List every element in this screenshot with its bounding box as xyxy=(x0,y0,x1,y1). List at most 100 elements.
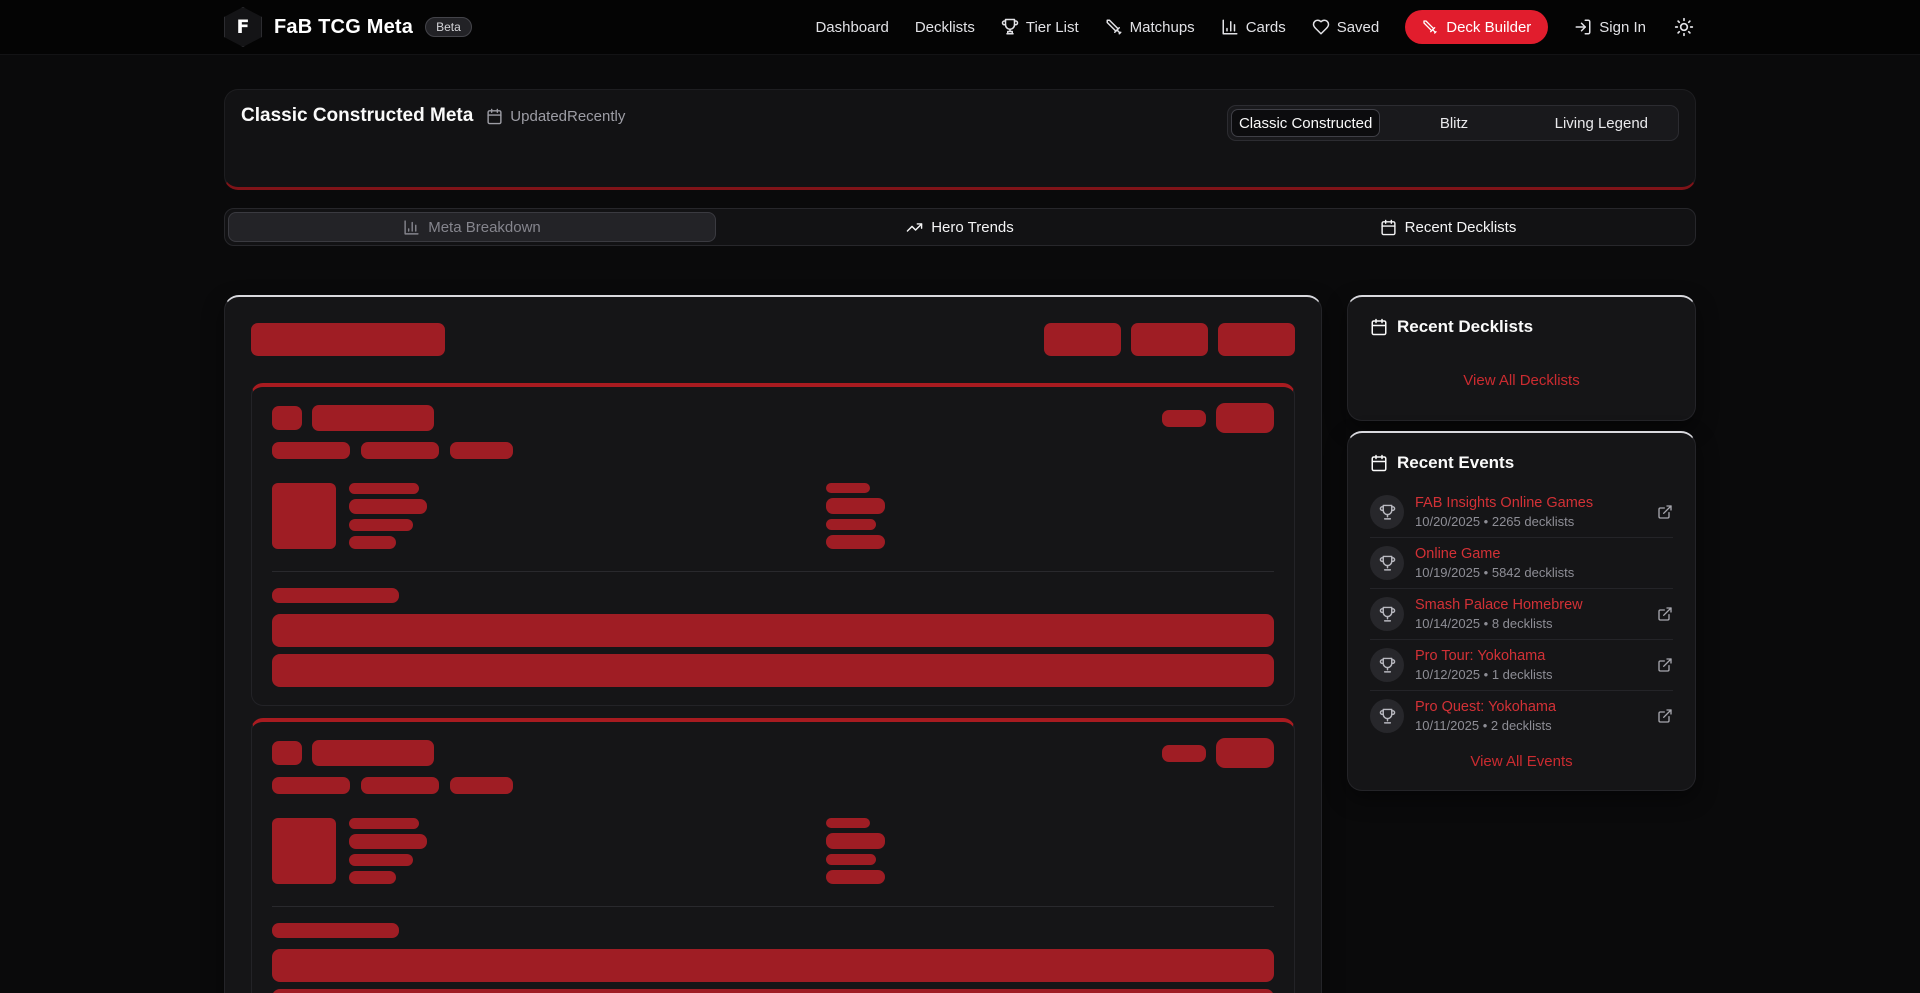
skeleton-card-image xyxy=(272,483,336,549)
sign-in-button[interactable]: Sign In xyxy=(1574,18,1646,36)
skeleton-block xyxy=(312,740,434,766)
event-meta: 10/14/2025 • 8 decklists xyxy=(1415,616,1646,631)
skeleton-block xyxy=(349,499,427,514)
bar-chart-icon xyxy=(403,219,420,236)
skeleton-block xyxy=(1216,403,1274,433)
calendar-icon xyxy=(1370,454,1388,472)
tab-living-legend[interactable]: Living Legend xyxy=(1528,109,1675,137)
skeleton-block xyxy=(349,854,413,866)
theme-toggle-button[interactable] xyxy=(1672,15,1696,39)
event-row: Online Game 10/19/2025 • 5842 decklists xyxy=(1370,538,1673,589)
skeleton-pill-row xyxy=(272,442,1274,459)
skeleton-hero-section xyxy=(251,383,1295,706)
nav-item-label: Matchups xyxy=(1130,19,1195,36)
tab-classic-constructed[interactable]: Classic Constructed xyxy=(1231,109,1380,137)
view-all-events-link[interactable]: View All Events xyxy=(1370,753,1673,770)
calendar-icon xyxy=(1380,219,1397,236)
nav-links: Dashboard Decklists Tier List Matchups xyxy=(815,10,1696,44)
external-link-icon[interactable] xyxy=(1657,657,1673,673)
skeleton-block xyxy=(272,923,399,938)
event-meta: 10/20/2025 • 2265 decklists xyxy=(1415,514,1646,529)
app-title: FaB TCG Meta xyxy=(274,16,413,39)
skeleton-block xyxy=(826,833,885,849)
tab-hero-trends[interactable]: Hero Trends xyxy=(716,212,1204,242)
recent-events-header: Recent Events xyxy=(1370,453,1673,473)
skeleton-block xyxy=(349,536,396,549)
recent-decklists-header: Recent Decklists xyxy=(1370,317,1673,337)
nav-item-dashboard[interactable]: Dashboard xyxy=(815,19,888,36)
event-row: Pro Quest: Yokohama 10/11/2025 • 2 deckl… xyxy=(1370,691,1673,741)
view-tabs: Meta Breakdown Hero Trends Recent Deckli… xyxy=(224,208,1696,246)
event-name-link[interactable]: Smash Palace Homebrew xyxy=(1415,597,1646,613)
event-row: Smash Palace Homebrew 10/14/2025 • 8 dec… xyxy=(1370,589,1673,640)
external-link-icon[interactable] xyxy=(1657,606,1673,622)
nav-item-saved[interactable]: Saved xyxy=(1312,18,1380,36)
meta-breakdown-panel-loading xyxy=(224,295,1322,993)
external-link-icon[interactable] xyxy=(1657,504,1673,520)
calendar-icon xyxy=(1370,318,1388,336)
nav-item-decklists[interactable]: Decklists xyxy=(915,19,975,36)
skeleton-divider xyxy=(272,571,1274,572)
skeleton-block xyxy=(272,588,399,603)
tab-recent-decklists[interactable]: Recent Decklists xyxy=(1204,212,1692,242)
recent-events-card: Recent Events FAB Insights Online Games xyxy=(1347,431,1696,791)
deck-builder-label: Deck Builder xyxy=(1446,19,1531,36)
skeleton-block xyxy=(251,323,445,356)
log-in-icon xyxy=(1574,18,1592,36)
nav-item-label: Dashboard xyxy=(815,19,888,36)
sun-icon xyxy=(1674,17,1694,37)
nav-item-label: Decklists xyxy=(915,19,975,36)
skeleton-block xyxy=(450,442,513,459)
skeleton-hero-row xyxy=(272,483,1274,549)
skeleton-bar xyxy=(272,614,1274,647)
beta-badge: Beta xyxy=(425,17,472,37)
meta-header-card: Classic Constructed Meta UpdatedRecently… xyxy=(224,89,1696,190)
nav-item-label: Saved xyxy=(1337,19,1380,36)
sidebar: Recent Decklists View All Decklists Rece… xyxy=(1347,295,1696,791)
brand[interactable]: F FaB TCG Meta Beta xyxy=(224,7,472,47)
skeleton-block xyxy=(826,498,885,514)
skeleton-block xyxy=(272,442,350,459)
skeleton-hero-row xyxy=(272,818,1274,884)
trophy-icon xyxy=(1370,699,1404,733)
skeleton-hero-section xyxy=(251,718,1295,993)
deck-builder-button[interactable]: Deck Builder xyxy=(1405,10,1548,44)
view-all-decklists-link[interactable]: View All Decklists xyxy=(1370,372,1673,389)
skeleton-bar xyxy=(272,949,1274,982)
top-navigation: F FaB TCG Meta Beta Dashboard Decklists … xyxy=(0,0,1920,55)
nav-item-matchups[interactable]: Matchups xyxy=(1105,18,1195,36)
main-grid: Recent Decklists View All Decklists Rece… xyxy=(224,295,1696,993)
page-content: Classic Constructed Meta UpdatedRecently… xyxy=(224,89,1696,993)
calendar-icon xyxy=(486,108,503,125)
skeleton-block xyxy=(361,777,439,794)
skeleton-block xyxy=(272,777,350,794)
events-list: FAB Insights Online Games 10/20/2025 • 2… xyxy=(1370,487,1673,741)
event-name-link[interactable]: Pro Quest: Yokohama xyxy=(1415,699,1646,715)
skeleton-block xyxy=(361,442,439,459)
skeleton-block xyxy=(272,741,302,765)
meta-header-left: Classic Constructed Meta UpdatedRecently xyxy=(241,105,625,127)
tab-blitz[interactable]: Blitz xyxy=(1380,109,1527,137)
tab-meta-breakdown[interactable]: Meta Breakdown xyxy=(228,212,716,242)
skeleton-block xyxy=(1131,323,1208,356)
nav-item-cards[interactable]: Cards xyxy=(1221,18,1286,36)
app-logo-icon: F xyxy=(224,7,262,47)
skeleton-section-header xyxy=(272,403,1274,433)
external-link-icon[interactable] xyxy=(1657,708,1673,724)
skeleton-block xyxy=(349,519,413,531)
skeleton-block xyxy=(1216,738,1274,768)
skeleton-block xyxy=(826,818,870,828)
trophy-icon xyxy=(1370,648,1404,682)
nav-item-tier-list[interactable]: Tier List xyxy=(1001,18,1079,36)
sign-in-label: Sign In xyxy=(1599,19,1646,36)
format-tabs: Classic Constructed Blitz Living Legend xyxy=(1227,105,1679,141)
event-name-link[interactable]: Online Game xyxy=(1415,546,1673,562)
skeleton-block xyxy=(349,483,419,494)
event-name-link[interactable]: FAB Insights Online Games xyxy=(1415,495,1646,511)
nav-item-label: Cards xyxy=(1246,19,1286,36)
skeleton-divider xyxy=(272,906,1274,907)
sword-icon xyxy=(1105,18,1123,36)
skeleton-card-image xyxy=(272,818,336,884)
event-name-link[interactable]: Pro Tour: Yokohama xyxy=(1415,648,1646,664)
event-row: Pro Tour: Yokohama 10/12/2025 • 1 deckli… xyxy=(1370,640,1673,691)
